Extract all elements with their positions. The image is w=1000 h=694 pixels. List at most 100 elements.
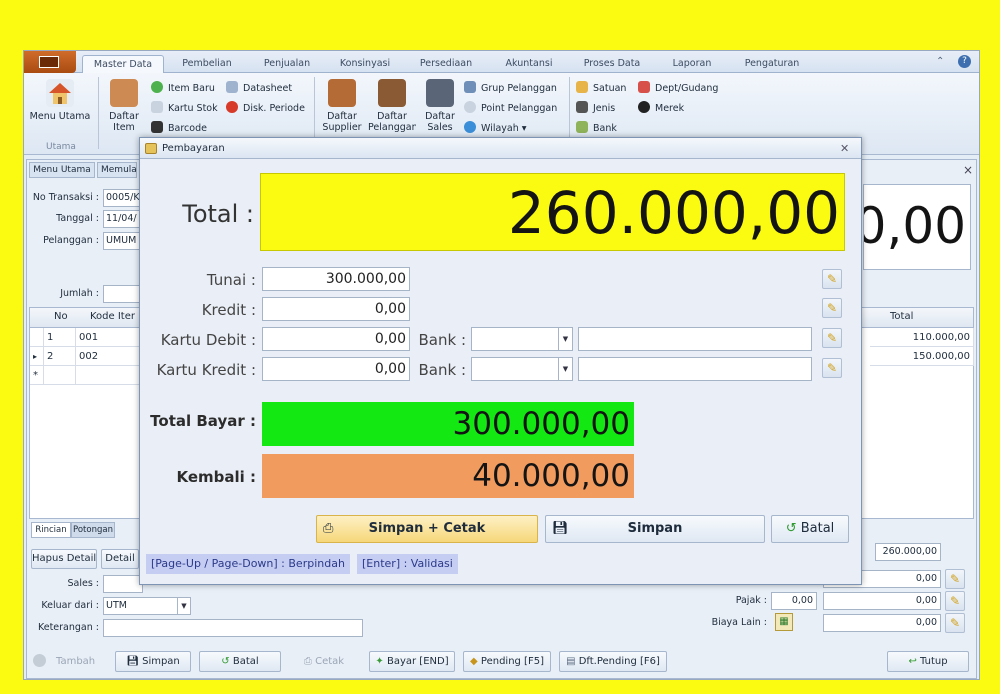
edit-tunai-icon[interactable]: ✎	[822, 269, 842, 289]
edit-pajak-icon[interactable]: ✎	[945, 591, 965, 611]
daftar-item-button[interactable]: Daftar Item	[102, 79, 146, 133]
close-icon[interactable]: ×	[963, 163, 973, 177]
column-total: Total	[890, 311, 914, 322]
simpan-dialog-button[interactable]: 💾︎ Simpan	[545, 515, 765, 543]
tab-pembelian[interactable]: Pembelian	[172, 55, 242, 73]
disk-periode-label: Disk. Periode	[243, 103, 305, 114]
new-row-kode[interactable]	[76, 366, 142, 385]
card-icon	[151, 101, 163, 113]
menu-utama-button[interactable]: Menu Utama	[28, 79, 92, 122]
cetak-button[interactable]: ⎙ Cetak	[289, 651, 359, 672]
batal-dialog-button[interactable]: ↺ Batal	[771, 515, 849, 543]
barcode-icon	[151, 121, 163, 133]
tab-potongan[interactable]: Potongan	[71, 522, 115, 538]
close-dialog-icon[interactable]: ✕	[840, 138, 849, 159]
dept-gudang-button[interactable]: Dept/Gudang	[638, 81, 718, 94]
group-utama-label: Utama	[46, 142, 76, 152]
tambah-button[interactable]: Tambah	[33, 651, 107, 672]
kartu-kredit-input[interactable]: 0,00	[262, 357, 410, 381]
chevron-down-icon[interactable]: ▼	[558, 328, 572, 350]
bayar-button[interactable]: ✦ Bayar [END]	[369, 651, 455, 672]
row-1-kode[interactable]: 001	[76, 328, 142, 347]
chevron-down-icon[interactable]: ▼	[177, 598, 190, 614]
pajak-pct-field[interactable]: 0,00	[771, 592, 817, 610]
pending-button[interactable]: ◆ Pending [F5]	[463, 651, 551, 672]
bank-kredit-detail-field[interactable]	[578, 357, 812, 381]
kembali-label: Kembali :	[176, 468, 256, 486]
pelanggan-field[interactable]: UMUM	[103, 232, 143, 250]
grup-pelanggan-button[interactable]: Grup Pelanggan	[464, 81, 557, 94]
tab-penjualan[interactable]: Penjualan	[252, 55, 322, 73]
tab-proses-data[interactable]: Proses Data	[574, 55, 650, 73]
batal-button[interactable]: ↺ Batal	[199, 651, 281, 672]
simpan-label: Simpan	[142, 656, 180, 667]
jumlah-field[interactable]	[103, 285, 143, 303]
new-row-no[interactable]	[44, 366, 76, 385]
item-baru-button[interactable]: Item Baru	[151, 81, 215, 94]
pending-icon: ◆	[470, 656, 478, 667]
tab-laporan[interactable]: Laporan	[660, 55, 724, 73]
bank-button[interactable]: Bank	[576, 121, 617, 134]
sales-field[interactable]	[103, 575, 143, 593]
simpan-button[interactable]: 💾︎ Simpan	[115, 651, 191, 672]
tab-persediaan[interactable]: Persediaan	[410, 55, 482, 73]
edit-kredit-icon[interactable]: ✎	[822, 298, 842, 318]
detail-button[interactable]: Detail	[101, 549, 139, 569]
tab-rincian[interactable]: Rincian	[31, 522, 71, 538]
tutup-button[interactable]: ↩ Tutup	[887, 651, 969, 672]
home-icon	[46, 79, 74, 107]
doc-tab-menu-utama[interactable]: Menu Utama	[29, 162, 95, 178]
edit-kartu-kredit-icon[interactable]: ✎	[822, 358, 842, 378]
tanggal-field[interactable]: 11/04/	[103, 210, 143, 228]
datasheet-button[interactable]: Datasheet	[226, 81, 292, 94]
tab-pengaturan[interactable]: Pengaturan	[732, 55, 812, 73]
bank-debit-label: Bank :	[418, 331, 467, 349]
row-1-total[interactable]: 110.000,00	[870, 328, 974, 347]
daftar-supplier-button[interactable]: Daftar Supplier	[320, 79, 364, 135]
tunai-input[interactable]: 300.000,00	[262, 267, 410, 291]
hapus-detail-button[interactable]: Hapus Detail	[31, 549, 97, 569]
edit-kartu-debit-icon[interactable]: ✎	[822, 328, 842, 348]
tab-akuntansi[interactable]: Akuntansi	[494, 55, 564, 73]
wilayah-button[interactable]: Wilayah ▾	[464, 121, 527, 134]
tab-konsinyasi[interactable]: Konsinyasi	[330, 55, 400, 73]
kredit-input[interactable]: 0,00	[262, 297, 410, 321]
kartu-stok-button[interactable]: Kartu Stok	[151, 101, 218, 114]
disk-periode-button[interactable]: Disk. Periode	[226, 101, 305, 114]
chevron-up-icon[interactable]: ⌃	[936, 56, 944, 67]
kartu-debit-input[interactable]: 0,00	[262, 327, 410, 351]
daftar-pelanggan-button[interactable]: Daftar Pelanggan	[368, 79, 416, 135]
tab-master-data[interactable]: Master Data	[82, 55, 164, 73]
satuan-button[interactable]: Satuan	[576, 81, 626, 94]
biaya-lain-field[interactable]: 0,00	[823, 614, 941, 632]
jenis-button[interactable]: Jenis	[576, 101, 615, 114]
row-1-no[interactable]: 1	[44, 328, 76, 347]
keterangan-field[interactable]	[103, 619, 363, 637]
point-pelanggan-button[interactable]: Point Pelanggan	[464, 101, 557, 114]
no-transaksi-field[interactable]: 0005/K	[103, 189, 143, 207]
dft-pending-button[interactable]: ▤ Dft.Pending [F6]	[559, 651, 667, 672]
bank-debit-detail-field[interactable]	[578, 327, 812, 351]
simpan-cetak-button[interactable]: ⎙ Simpan + Cetak	[316, 515, 538, 543]
daftar-item-label: Daftar Item	[109, 111, 139, 133]
save-icon: 💾︎	[552, 521, 569, 536]
row-2-no[interactable]: 2	[44, 347, 76, 366]
cetak-label: Cetak	[315, 656, 345, 667]
calculator-icon[interactable]: ▦	[775, 613, 793, 631]
row-2-kode[interactable]: 002	[76, 347, 142, 366]
merek-button[interactable]: Merek	[638, 101, 684, 114]
row-2-total[interactable]: 150.000,00	[870, 347, 974, 366]
edit-potongan-icon[interactable]: ✎	[945, 569, 965, 589]
tanggal-label: Tanggal :	[56, 213, 99, 224]
edit-biaya-lain-icon[interactable]: ✎	[945, 613, 965, 633]
barcode-button[interactable]: Barcode	[151, 121, 207, 134]
help-icon[interactable]: ?	[958, 55, 971, 68]
daftar-sales-button[interactable]: Daftar Sales	[420, 79, 460, 135]
doc-tab-memulai[interactable]: Memula	[97, 162, 137, 178]
application-menu-button[interactable]	[24, 51, 76, 73]
supplier-icon	[328, 79, 356, 107]
globe-icon	[464, 121, 476, 133]
total-label: Total :	[182, 200, 254, 228]
column-no: No	[54, 311, 68, 322]
chevron-down-icon[interactable]: ▼	[558, 358, 572, 380]
